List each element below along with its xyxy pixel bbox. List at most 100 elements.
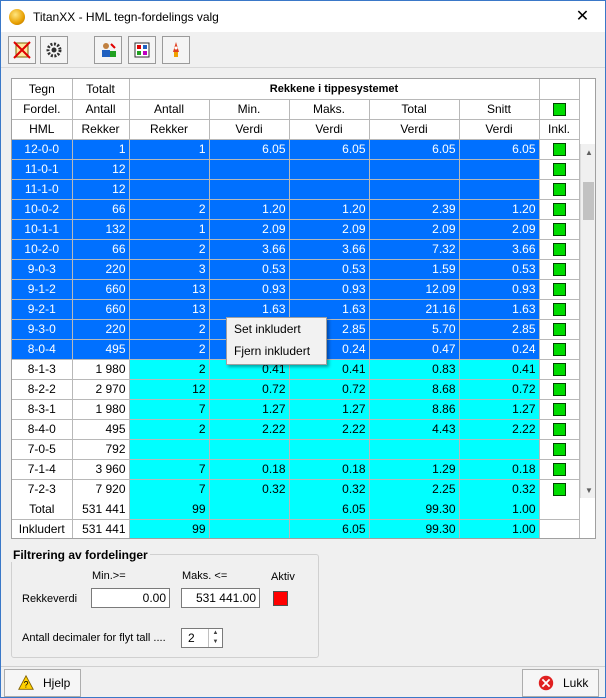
- table-row[interactable]: 8-3-1 1 980 7 1.27 1.27 8.86 1.27: [12, 399, 580, 420]
- cell-min: 6.05: [209, 139, 290, 160]
- decimals-stepper[interactable]: 2 ▲ ▼: [181, 628, 223, 648]
- footer-inkl-blank: [539, 519, 580, 538]
- help-icon: ?: [18, 674, 34, 690]
- footer-total-blank: [539, 499, 580, 520]
- toolbar-button-grid[interactable]: [128, 36, 156, 64]
- cell-inkl[interactable]: [539, 159, 580, 180]
- checkbox-icon[interactable]: [552, 223, 566, 237]
- cell-inkl[interactable]: [539, 219, 580, 240]
- cell-inkl[interactable]: [539, 279, 580, 300]
- scroll-down-icon[interactable]: ▼: [581, 482, 595, 498]
- table-row[interactable]: 8-4-0 495 2 2.22 2.22 4.43 2.22: [12, 419, 580, 440]
- checkbox-icon[interactable]: [552, 243, 566, 257]
- checkbox-icon[interactable]: [552, 403, 566, 417]
- cell-inkl[interactable]: [539, 359, 580, 380]
- checkbox-icon[interactable]: [552, 423, 566, 437]
- table-row[interactable]: 7-1-4 3 960 7 0.18 0.18 1.29 0.18: [12, 459, 580, 480]
- menu-item-set-inkludert[interactable]: Set inkludert: [227, 318, 326, 340]
- cell-min: [209, 439, 290, 460]
- cell-inkl[interactable]: [539, 379, 580, 400]
- table-row[interactable]: 7-0-5 792: [12, 439, 580, 460]
- table-row[interactable]: 10-0-2 66 2 1.20 1.20 2.39 1.20: [12, 199, 580, 220]
- cell-inkl[interactable]: [539, 179, 580, 200]
- cell-inkl[interactable]: [539, 399, 580, 420]
- table-row[interactable]: 10-1-1 132 1 2.09 2.09 2.09 2.09: [12, 219, 580, 240]
- cell-inkl[interactable]: [539, 419, 580, 440]
- table-row[interactable]: 12-0-0 1 1 6.05 6.05 6.05 6.05: [12, 139, 580, 160]
- cell-total: 2.39: [369, 199, 460, 220]
- help-label: Hjelp: [43, 676, 71, 690]
- toolbar-button-run[interactable]: [162, 36, 190, 64]
- cell-antall: [129, 159, 210, 180]
- min-value-input[interactable]: 0.00: [91, 588, 170, 608]
- table-row[interactable]: 10-2-0 66 2 3.66 3.66 7.32 3.66: [12, 239, 580, 260]
- cell-total: 7.32: [369, 239, 460, 260]
- decimals-value[interactable]: 2: [188, 631, 195, 645]
- close-icon[interactable]: ✕: [560, 1, 605, 31]
- cell-inkl[interactable]: [539, 479, 580, 500]
- cell-total: 2.09: [369, 219, 460, 240]
- help-button[interactable]: ? Hjelp: [4, 669, 81, 697]
- stepper-arrows[interactable]: ▲ ▼: [208, 629, 222, 647]
- vertical-scrollbar[interactable]: ▲ ▼: [580, 144, 595, 498]
- checkbox-icon[interactable]: [552, 463, 566, 477]
- users-icon: [102, 43, 116, 57]
- cell-inkl[interactable]: [539, 339, 580, 360]
- cell-inkl[interactable]: [539, 239, 580, 260]
- header-blank: [539, 79, 580, 100]
- table-row[interactable]: 9-0-3 220 3 0.53 0.53 1.59 0.53: [12, 259, 580, 280]
- menu-item-fjern-inkludert[interactable]: Fjern inkludert: [227, 340, 326, 362]
- cell-antall: 1: [129, 139, 210, 160]
- cell-inkl[interactable]: [539, 199, 580, 220]
- cell-inkl[interactable]: [539, 299, 580, 320]
- table-row[interactable]: 8-2-2 2 970 12 0.72 0.72 8.68 0.72: [12, 379, 580, 400]
- checkbox-icon[interactable]: [552, 283, 566, 297]
- header-select-all[interactable]: [539, 99, 580, 120]
- checkbox-icon[interactable]: [552, 363, 566, 377]
- checkbox-icon[interactable]: [552, 383, 566, 397]
- aktiv-toggle[interactable]: [273, 591, 288, 606]
- rekkeverdi-label: Rekkeverdi: [22, 593, 78, 605]
- checkbox-icon[interactable]: [552, 483, 566, 497]
- cell-inkl[interactable]: [539, 259, 580, 280]
- checkbox-icon[interactable]: [552, 263, 566, 277]
- gear-icon: [46, 42, 62, 58]
- checkbox-icon[interactable]: [552, 163, 566, 177]
- scroll-thumb[interactable]: [583, 182, 594, 220]
- checkbox-icon[interactable]: [552, 343, 566, 357]
- header-tegn: Tegn: [12, 79, 73, 100]
- stepper-down-icon[interactable]: ▼: [209, 638, 222, 647]
- cell-inkl[interactable]: [539, 139, 580, 160]
- table-row[interactable]: 11-1-0 12: [12, 179, 580, 200]
- checkbox-icon[interactable]: [552, 183, 566, 197]
- cell-antall: 7: [129, 399, 210, 420]
- checkbox-icon[interactable]: [552, 203, 566, 217]
- max-value-input[interactable]: 531 441.00: [181, 588, 260, 608]
- cell-snitt: 0.32: [459, 479, 540, 500]
- toolbar-button-new[interactable]: [8, 36, 36, 64]
- checkbox-icon[interactable]: [552, 103, 566, 117]
- table-row[interactable]: 9-1-2 660 13 0.93 0.93 12.09 0.93: [12, 279, 580, 300]
- cell-antall: 7: [129, 459, 210, 480]
- checkbox-icon[interactable]: [552, 143, 566, 157]
- table-row[interactable]: 11-0-1 12: [12, 159, 580, 180]
- cell-snitt: 2.85: [459, 319, 540, 340]
- checkbox-icon[interactable]: [552, 323, 566, 337]
- cell-inkl[interactable]: [539, 459, 580, 480]
- aktiv-label: Aktiv: [271, 571, 295, 583]
- close-button[interactable]: Lukk: [522, 669, 599, 697]
- table-row[interactable]: 9-2-1 660 13 1.63 1.63 21.16 1.63: [12, 299, 580, 320]
- header-verdi-2: Verdi: [289, 119, 370, 140]
- header-row-1: Tegn Totalt Rekkene i tippesystemet: [12, 79, 580, 100]
- cell-inkl[interactable]: [539, 319, 580, 340]
- cell-inkl[interactable]: [539, 439, 580, 460]
- stepper-up-icon[interactable]: ▲: [209, 629, 222, 638]
- cell-hml: 10-2-0: [12, 239, 73, 260]
- cell-antall: 13: [129, 299, 210, 320]
- table-row[interactable]: 7-2-3 7 920 7 0.32 0.32 2.25 0.32: [12, 479, 580, 500]
- toolbar-button-settings[interactable]: [40, 36, 68, 64]
- checkbox-icon[interactable]: [552, 443, 566, 457]
- scroll-up-icon[interactable]: ▲: [581, 144, 595, 160]
- toolbar-button-users[interactable]: [94, 36, 122, 64]
- checkbox-icon[interactable]: [552, 303, 566, 317]
